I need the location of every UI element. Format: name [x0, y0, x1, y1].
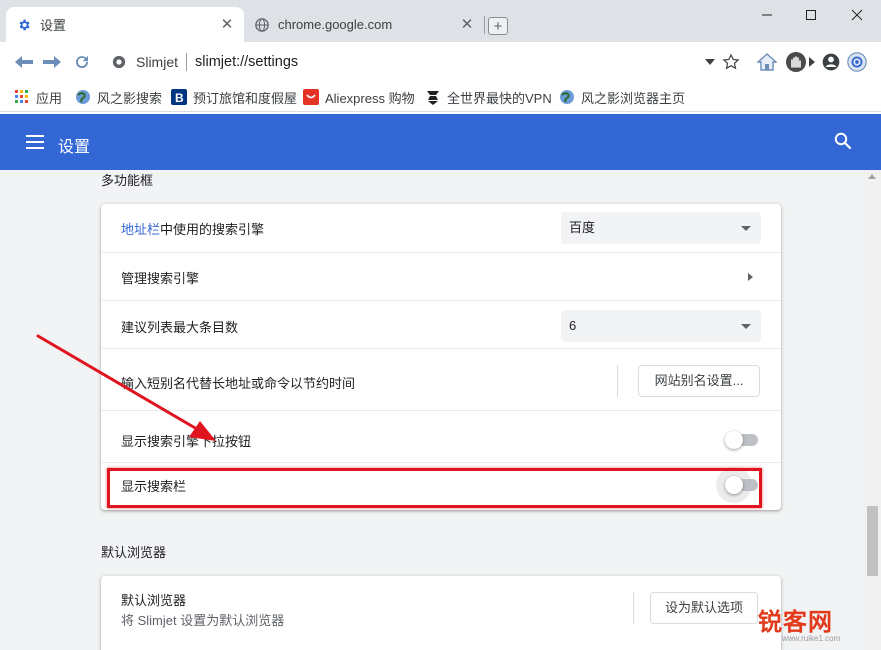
manage-engines-row[interactable]: 管理搜索引擎 — [101, 252, 781, 300]
bookmarks-bar: 应用 风之影搜索 B 预订旅馆和度假屋 Aliexpress 购物 全世界最快的… — [0, 82, 881, 112]
globe-icon — [75, 89, 91, 105]
bookmark-booking[interactable]: B 预订旅馆和度假屋 — [171, 87, 297, 107]
show-dropdown-toggle[interactable] — [725, 431, 758, 449]
tab-title: chrome.google.com — [278, 17, 393, 32]
bookmark-apps[interactable]: 应用 — [14, 87, 62, 107]
account-icon[interactable] — [819, 50, 843, 74]
close-icon[interactable]: ✕ — [218, 16, 236, 34]
apps-grid-icon — [14, 89, 30, 105]
bookmark-vpn[interactable]: 全世界最快的VPN — [425, 87, 552, 107]
scrollbar[interactable] — [864, 170, 881, 650]
watermark-text: 锐客网 — [758, 609, 833, 636]
search-engine-label: 地址栏中使用的搜索引擎 — [121, 219, 264, 238]
manage-engines-label: 管理搜索引擎 — [121, 271, 200, 286]
hamburger-menu-icon[interactable] — [26, 135, 44, 149]
tab-chrome-store[interactable]: chrome.google.com ✕ — [244, 7, 484, 42]
scroll-up-arrow-icon[interactable] — [868, 174, 876, 179]
alias-settings-button[interactable]: 网站别名设置... — [638, 365, 760, 397]
bookmark-aliexpress[interactable]: Aliexpress 购物 — [303, 87, 415, 107]
search-icon[interactable] — [834, 132, 854, 152]
bookmark-label: 应用 — [36, 90, 63, 106]
aliexpress-icon — [303, 89, 319, 105]
window-close-icon[interactable] — [836, 0, 878, 30]
search-engine-value: 百度 — [569, 220, 596, 235]
row-divider — [617, 365, 618, 397]
bookmark-label: 风之影浏览器主页 — [581, 90, 686, 106]
bookmark-label: Aliexpress 购物 — [325, 90, 415, 106]
row-divider — [633, 592, 634, 624]
omnibox-brand: Slimjet — [136, 54, 179, 70]
bookmark-label: 风之影搜索 — [97, 90, 163, 106]
vpn-icon — [425, 89, 441, 105]
booking-icon: B — [171, 89, 187, 105]
browser-toolbar: Slimjet slimjet://settings — [0, 42, 881, 82]
alias-label: 输入短别名代替长地址或命令以节约时间 — [121, 376, 356, 391]
address-bar-link[interactable]: 地址栏 — [121, 222, 160, 237]
home-icon[interactable] — [755, 50, 779, 74]
settings-content: 多功能框 地址栏中使用的搜索引擎 百度 管理搜索引擎 建议列表最大条目数 6 输… — [0, 170, 881, 650]
search-engine-label-text: 中使用的搜索引擎 — [160, 222, 265, 237]
default-browser-label: 默认浏览器 — [121, 593, 187, 608]
adblock-hand-icon[interactable] — [784, 50, 808, 74]
scroll-thumb[interactable] — [867, 506, 878, 576]
minimize-icon[interactable] — [746, 0, 788, 30]
settings-header: 设置 — [0, 114, 881, 170]
show-dropdown-row: 显示搜索引擎下拉按钮 — [101, 410, 781, 462]
chevron-down-icon — [741, 324, 751, 329]
annotation-highlight-box — [107, 468, 762, 508]
chevron-down-icon — [741, 226, 751, 231]
search-engine-row: 地址栏中使用的搜索引擎 百度 — [101, 204, 781, 252]
search-engine-select[interactable]: 百度 — [561, 212, 761, 244]
close-icon[interactable]: ✕ — [458, 16, 476, 34]
star-icon[interactable] — [719, 50, 743, 74]
settings-gear-icon[interactable] — [845, 50, 869, 74]
forward-arrow-icon[interactable] — [40, 50, 64, 74]
bookmark-fzy-search[interactable]: 风之影搜索 — [75, 87, 162, 107]
gear-icon — [16, 17, 32, 33]
new-tab-button[interactable]: + — [488, 17, 508, 35]
back-arrow-icon[interactable] — [12, 50, 36, 74]
bookmark-label: 全世界最快的VPN — [447, 90, 552, 106]
omnibox-separator — [186, 53, 188, 71]
suggest-limit-value: 6 — [569, 318, 577, 333]
default-browser-sublabel: 将 Slimjet 设置为默认浏览器 — [121, 613, 285, 628]
show-dropdown-label: 显示搜索引擎下拉按钮 — [121, 434, 252, 449]
chrome-page-icon — [112, 55, 126, 69]
omnibox-settings-card: 地址栏中使用的搜索引擎 百度 管理搜索引擎 建议列表最大条目数 6 输入短别名代… — [101, 204, 781, 510]
tab-title: 设置 — [40, 18, 67, 33]
page-title: 设置 — [58, 139, 91, 156]
section-title-default-browser: 默认浏览器 — [101, 545, 167, 560]
omnibox-url[interactable]: slimjet://settings — [195, 54, 298, 70]
bookmark-label: 预订旅馆和度假屋 — [193, 90, 298, 106]
globe-icon — [559, 89, 575, 105]
watermark-sub: www.ruike1.com — [782, 634, 841, 643]
suggest-limit-row: 建议列表最大条目数 6 — [101, 300, 781, 348]
suggest-limit-select[interactable]: 6 — [561, 310, 761, 342]
bookmark-fzy-home[interactable]: 风之影浏览器主页 — [559, 87, 685, 107]
set-default-button[interactable]: 设为默认选项 — [650, 592, 758, 624]
tab-separator — [484, 16, 485, 34]
watermark-logo: 锐客网 www.ruike1.com — [752, 596, 880, 650]
section-title-omnibox: 多功能框 — [101, 173, 154, 188]
reload-icon[interactable] — [70, 50, 94, 74]
alias-row: 输入短别名代替长地址或命令以节约时间 网站别名设置... — [101, 348, 781, 410]
maximize-icon[interactable] — [790, 0, 832, 30]
svg-text:B: B — [175, 91, 184, 105]
default-browser-card: 默认浏览器 将 Slimjet 设置为默认浏览器 设为默认选项 — [101, 576, 781, 650]
tab-strip: 设置 ✕ chrome.google.com ✕ + — [0, 0, 881, 42]
address-bar[interactable]: Slimjet slimjet://settings — [104, 48, 746, 76]
chevron-right-icon — [748, 273, 753, 281]
suggest-limit-label: 建议列表最大条目数 — [121, 320, 239, 335]
toggle-knob — [725, 431, 743, 449]
globe-icon — [254, 17, 270, 33]
menu-arrow-icon[interactable] — [807, 50, 817, 74]
tab-settings[interactable]: 设置 ✕ — [6, 7, 244, 42]
